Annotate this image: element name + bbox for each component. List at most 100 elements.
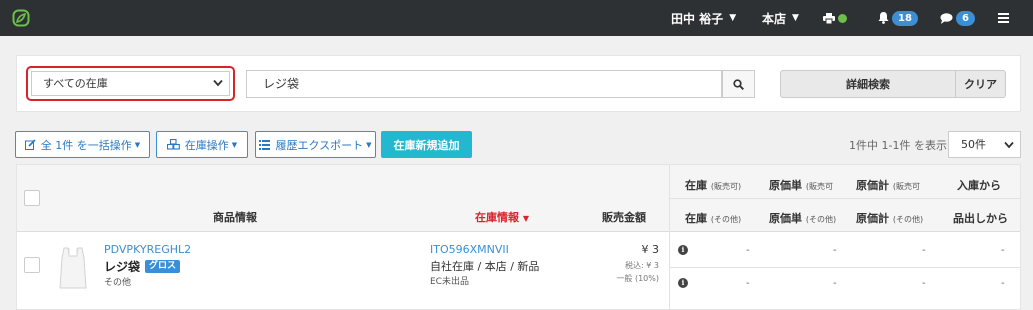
search-panel: すべての在庫 レジ袋 詳細検索 クリア (16, 55, 1021, 112)
sort-desc-icon: ▼ (522, 214, 529, 223)
info-icon[interactable]: i (678, 278, 688, 288)
unit-cost-other-value: - (833, 278, 837, 289)
since-in-value: - (1001, 245, 1005, 256)
printer-icon (823, 12, 835, 24)
header-total-cost-other[interactable]: 原価計 (その他) (856, 210, 923, 226)
add-stock-button[interactable]: 在庫新規追加 (381, 131, 472, 158)
scope-select-highlight: すべての在庫 (26, 66, 235, 101)
search-query: レジ袋 (263, 77, 300, 91)
top-navbar: 田中 裕子 ▼ 本店 ▼ 18 6 (0, 0, 1033, 36)
header-product-info[interactable]: 商品情報 (213, 209, 257, 225)
user-name: 田中 裕子 (671, 11, 724, 26)
list-icon (259, 139, 271, 150)
row-divider (669, 267, 1020, 268)
tax-included-price: 税込: ¥ 3 (625, 261, 659, 270)
tax-rate: 一般 (10%) (616, 274, 659, 283)
stock-operation-button[interactable]: 在庫操作 ▼ (156, 131, 248, 158)
caret-down-icon: ▼ (366, 140, 372, 149)
header-unit-cost-sellable[interactable]: 原価単 (販売可 (769, 177, 833, 193)
chevron-down-icon (1004, 141, 1014, 149)
notifications-badge: 18 (892, 10, 918, 26)
header-total-cost-sub: (販売可 (892, 182, 920, 191)
since-out-value: - (1001, 278, 1005, 289)
product-category: その他 (104, 278, 132, 288)
chat-icon (940, 12, 953, 24)
search-button[interactable] (722, 70, 755, 98)
stock-sellable-value: - (746, 245, 750, 256)
chevron-down-icon: ▼ (792, 13, 799, 23)
header-stock-info-label: 在庫情報 (475, 211, 519, 224)
unit-badge: グロス (145, 260, 181, 273)
chevron-down-icon: ▼ (729, 13, 737, 23)
history-export-label: 履歴エクスポート (275, 138, 364, 152)
caret-down-icon: ▼ (231, 140, 238, 149)
sale-price: ¥ 3 (641, 243, 660, 256)
history-export-button[interactable]: 履歴エクスポート ▼ (255, 131, 376, 158)
bulk-action-label: 全 1件 を一括操作 (40, 138, 132, 152)
product-name-text: レジ袋 (104, 260, 141, 274)
main-menu-button[interactable] (998, 0, 1009, 36)
header-since-out[interactable]: 品出しから (953, 210, 1008, 226)
store-name: 本店 (762, 11, 787, 26)
header-total-cost-sellable[interactable]: 原価計 (販売可 (856, 177, 920, 193)
clear-button[interactable]: クリア (956, 70, 1006, 98)
caret-down-icon: ▼ (134, 140, 141, 149)
table-header: 商品情報 在庫情報 ▼ 販売金額 在庫 (販売可) 原価単 (販売可 原価計 (… (17, 165, 1020, 232)
user-menu[interactable]: 田中 裕子 ▼ (671, 0, 736, 36)
info-icon[interactable]: i (678, 245, 688, 255)
scope-selected-value: すべての在庫 (43, 77, 108, 90)
header-unit-cost-other[interactable]: 原価単 (その他) (769, 210, 836, 226)
chevron-down-icon (213, 79, 223, 87)
inventory-scope-select[interactable]: すべての在庫 (31, 71, 230, 96)
header-unit-cost-sub: (その他) (805, 215, 837, 224)
select-all-checkbox[interactable] (24, 190, 40, 206)
notifications-button[interactable]: 18 (878, 0, 918, 36)
stock-location: 自社在庫 / 本店 / 新品 (430, 260, 540, 273)
stock-code-link[interactable]: ITO596XMNVII (430, 243, 509, 256)
ec-status: EC未出品 (430, 277, 469, 287)
messages-button[interactable]: 6 (940, 0, 975, 36)
printer-status-dot (838, 13, 847, 23)
header-stock-sub: (その他) (710, 215, 742, 224)
header-unit-cost-sub: (販売可 (805, 182, 833, 191)
search-icon (733, 78, 744, 90)
stock-operation-label: 在庫操作 (184, 138, 229, 152)
header-total-cost-label: 原価計 (856, 179, 889, 192)
header-total-cost-sub: (その他) (892, 215, 924, 224)
header-unit-cost-label: 原価単 (769, 212, 802, 225)
result-count: 1件中 1-1件 を表示 (849, 139, 947, 152)
hamburger-icon (998, 13, 1009, 23)
logo-icon[interactable] (12, 9, 30, 27)
bell-icon (878, 12, 889, 24)
header-stock-info[interactable]: 在庫情報 ▼ (475, 209, 529, 225)
messages-badge: 6 (956, 10, 975, 26)
header-total-cost-label: 原価計 (856, 212, 889, 225)
header-divider (669, 198, 1020, 199)
stock-other-value: - (746, 278, 750, 289)
row-checkbox[interactable] (24, 257, 40, 273)
header-since-in[interactable]: 入庫から (957, 177, 1001, 193)
total-cost-other-value: - (922, 278, 926, 289)
row-divider (669, 232, 670, 310)
total-cost-sellable-value: - (922, 245, 926, 256)
product-sku-link[interactable]: PDVPKYREGHL2 (104, 243, 191, 256)
header-stock-sub: (販売可) (710, 182, 742, 191)
per-page-select[interactable]: 50件 (948, 131, 1021, 158)
header-stock-label: 在庫 (685, 212, 707, 225)
header-stock-label: 在庫 (685, 179, 707, 192)
header-unit-cost-label: 原価単 (769, 179, 802, 192)
per-page-value: 50件 (961, 138, 986, 151)
header-sale-price[interactable]: 販売金額 (602, 209, 646, 225)
store-menu[interactable]: 本店 ▼ (762, 0, 799, 36)
bulk-action-button[interactable]: 全 1件 を一括操作 ▼ (15, 131, 150, 158)
unit-cost-sellable-value: - (833, 245, 837, 256)
product-thumbnail[interactable] (58, 244, 88, 290)
header-stock-sellable[interactable]: 在庫 (販売可) (685, 177, 741, 193)
product-name: レジ袋 グロス (104, 258, 181, 275)
advanced-search-button[interactable]: 詳細検索 (780, 70, 956, 98)
inventory-table: 商品情報 在庫情報 ▼ 販売金額 在庫 (販売可) 原価単 (販売可 原価計 (… (16, 164, 1021, 310)
boxes-icon (166, 139, 180, 150)
printer-status[interactable] (823, 0, 847, 36)
search-input[interactable]: レジ袋 (246, 70, 722, 98)
header-stock-other[interactable]: 在庫 (その他) (685, 210, 741, 226)
